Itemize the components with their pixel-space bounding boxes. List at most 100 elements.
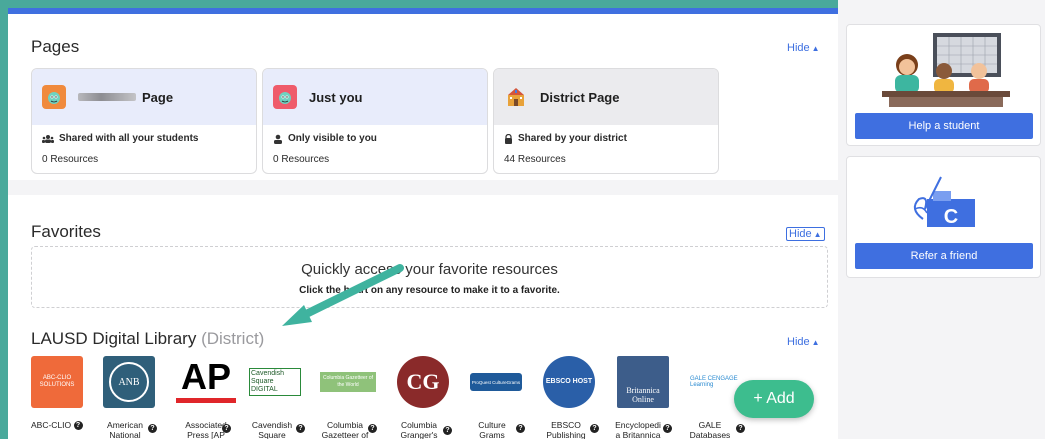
favorites-empty-state: Quickly access your favorite resources C…	[31, 246, 828, 308]
library-item-label-text: ABC-CLIO	[31, 420, 72, 430]
library-title-text: LAUSD Digital Library	[31, 329, 197, 348]
library-item-label[interactable]: Columbia Gazetteer of	[320, 420, 370, 439]
library-hide-label: Hide	[787, 336, 810, 348]
columbia-granger-logo[interactable]: CG	[397, 356, 449, 408]
library-item-label[interactable]: American National	[103, 420, 147, 439]
frame-left-border	[0, 0, 8, 439]
favorites-hide-label: Hide	[789, 228, 812, 240]
ebsco-logo[interactable]: EBSCO HOST	[543, 356, 595, 408]
help-icon[interactable]: ?	[296, 424, 305, 433]
page-card-body: Shared with all your students 0 Resource…	[32, 125, 256, 173]
monster-avatar-icon	[42, 85, 66, 109]
library-item-label-text: Encyclopedi a Britannica	[615, 420, 661, 439]
monster-avatar-icon	[273, 85, 297, 109]
library-item-label-text: Columbia Granger's	[400, 420, 438, 439]
ap-logo-text: AP	[180, 356, 231, 397]
abc-clio-logo-text: ABC-CLIO SOLUTIONS	[39, 375, 75, 388]
help-icon[interactable]: ?	[222, 424, 231, 433]
favorites-title: Favorites	[31, 222, 101, 241]
library-item-label[interactable]: Culture Grams	[470, 420, 514, 439]
frame-top-border	[0, 0, 838, 8]
abc-clio-logo[interactable]: ABC-CLIO SOLUTIONS	[31, 356, 83, 408]
add-button[interactable]: + Add	[734, 380, 814, 418]
refer-friend-button[interactable]: Refer a friend	[855, 243, 1033, 269]
page-card-sharing-text: Shared with all your students	[59, 133, 199, 144]
page-card-class[interactable]: Page Shared with all your students 0 Res…	[31, 68, 257, 174]
library-item-label[interactable]: EBSCO Publishing	[542, 420, 590, 439]
culturegrams-logo-text: ProQuest CultureGrams	[470, 373, 522, 391]
library-item-label[interactable]: Cavendish Square	[250, 420, 294, 439]
lock-icon	[505, 133, 512, 144]
page-card-just-you[interactable]: Just you Only visible to you 0 Resources	[262, 68, 488, 174]
help-student-button[interactable]: Help a student	[855, 113, 1033, 139]
students-illustration-icon	[882, 33, 1010, 107]
blurred-name	[78, 93, 136, 101]
anb-logo[interactable]: ANB	[103, 356, 155, 408]
section-gap	[8, 180, 838, 195]
anb-logo-text: ANB	[109, 362, 149, 402]
library-item-label-text: American National	[107, 420, 143, 439]
page-card-sharing: Only visible to you	[273, 133, 477, 144]
page-card-header: Page	[32, 69, 256, 125]
library-item-label[interactable]: GALE Databases	[688, 420, 732, 439]
columbia-gazetteer-logo-text: Columbia Gazetteer of the World	[320, 372, 376, 392]
pages-hide-link[interactable]: Hide ▲	[787, 42, 820, 54]
gift-box-icon: C	[913, 176, 975, 228]
favorites-empty-heading: Quickly access your favorite resources	[301, 261, 558, 278]
pages-hide-label: Hide	[787, 42, 810, 54]
ap-logo-underline	[176, 398, 236, 403]
help-icon[interactable]: ?	[443, 426, 452, 435]
page-card-title: Just you	[309, 89, 363, 105]
library-hide-link[interactable]: Hide ▲	[787, 336, 820, 348]
caret-up-icon: ▲	[811, 44, 820, 53]
page-card-count: 0 Resources	[42, 154, 99, 165]
page-card-header: Just you	[263, 69, 487, 125]
culturegrams-logo[interactable]: ProQuest CultureGrams	[470, 356, 522, 408]
users-icon	[42, 134, 54, 143]
page-card-district[interactable]: District Page Shared by your district 44…	[493, 68, 719, 174]
britannica-logo[interactable]: Britannica Online	[617, 356, 669, 408]
library-item-label[interactable]: Encyclopedi a Britannica	[614, 420, 662, 439]
library-title: LAUSD Digital Library (District)	[31, 329, 264, 349]
page-card-header: District Page	[494, 69, 718, 125]
help-icon[interactable]: ?	[368, 424, 377, 433]
page-card-sharing: Shared with all your students	[42, 133, 246, 144]
page-card-count: 44 Resources	[504, 154, 566, 165]
cavendish-logo[interactable]: Cavendish Square DIGITAL	[249, 356, 301, 408]
help-icon[interactable]: ?	[663, 424, 672, 433]
library-scope: (District)	[201, 329, 265, 348]
columbia-gazetteer-logo[interactable]: Columbia Gazetteer of the World	[320, 356, 376, 408]
page-card-title-text: Page	[142, 89, 174, 105]
help-icon[interactable]: ?	[73, 421, 83, 431]
library-item-label[interactable]: Columbia Granger's	[396, 420, 442, 439]
page-card-sharing: Shared by your district	[504, 133, 708, 144]
favorites-hide-box: Hide ▲	[786, 227, 825, 241]
help-icon[interactable]: ?	[590, 424, 599, 433]
favorites-hide-link[interactable]: Hide ▲	[786, 227, 825, 241]
library-item-label-text: Cavendish Square	[251, 420, 293, 439]
page-card-sharing-text: Only visible to you	[288, 133, 377, 144]
help-icon[interactable]: ?	[516, 424, 525, 433]
library-item-label-text: Associated Press [AP	[185, 420, 227, 439]
cavendish-logo-text: Cavendish Square DIGITAL	[249, 368, 301, 396]
library-item-label-text: GALE Databases	[689, 420, 731, 439]
user-icon	[274, 134, 282, 144]
library-item-label-text: Columbia Gazetteer of	[321, 420, 369, 439]
britannica-logo-text: Britannica Online	[626, 386, 660, 404]
help-icon[interactable]: ?	[148, 424, 157, 433]
school-building-icon	[504, 85, 528, 109]
ap-logo[interactable]: AP	[176, 356, 236, 408]
caret-up-icon: ▲	[811, 338, 820, 347]
help-icon[interactable]: ?	[736, 424, 745, 433]
library-item-label[interactable]: ABC-CLIO ?	[31, 420, 91, 431]
page-card-sharing-text: Shared by your district	[518, 133, 627, 144]
refer-friend-card: C Refer a friend	[846, 156, 1041, 278]
favorites-empty-hint: Click the heart on any resource to make …	[299, 285, 560, 296]
caret-up-icon: ▲	[813, 230, 822, 239]
top-accent-bar	[8, 8, 838, 14]
columbia-granger-logo-text: CG	[406, 369, 440, 394]
library-item-label-text: Culture Grams	[478, 420, 506, 439]
page-card-body: Only visible to you 0 Resources	[263, 125, 487, 173]
page-card-body: Shared by your district 44 Resources	[494, 125, 718, 173]
page-card-title: District Page	[540, 89, 620, 105]
